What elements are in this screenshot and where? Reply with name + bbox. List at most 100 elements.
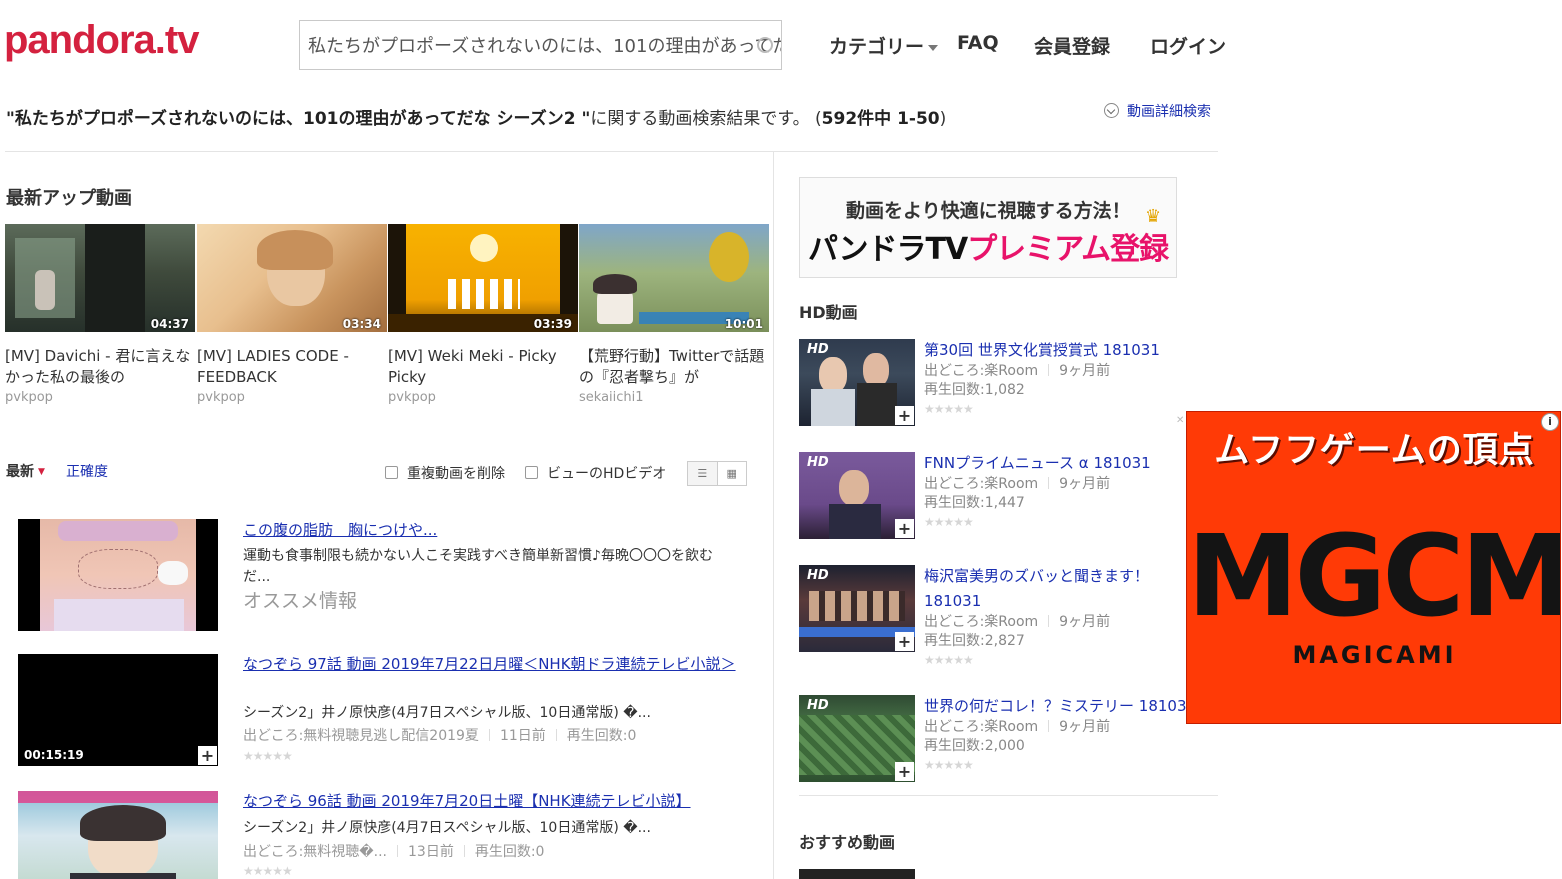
checkbox-icon[interactable] (525, 466, 538, 479)
banner-line2b: プレミアム登録 (967, 232, 1169, 267)
result-source: 出どころ:無料視聴�... (243, 844, 388, 860)
hd-thumbnail[interactable]: HD + (799, 695, 915, 782)
hd-thumbnail[interactable]: HD + (799, 339, 915, 426)
video-title[interactable]: [MV] Davichi - 君に言えなかった私の最後の (5, 346, 195, 388)
rating-stars: ★★★★★ (924, 515, 974, 529)
crown-icon: ♛ (1145, 206, 1162, 227)
hd-thumbnail[interactable]: HD + (799, 452, 915, 539)
nav-category[interactable]: カテゴリー (829, 32, 939, 59)
hd-thumbnail[interactable] (799, 869, 915, 879)
video-channel[interactable]: pvkpop (197, 390, 387, 405)
result-title[interactable]: なつぞら 96話 動画 2019年7月20日土曜【NHK連続テレビ小説】 (243, 790, 743, 813)
advertisement[interactable]: ムフフゲームの頂点 MGCM MAGICAMI i (1186, 411, 1561, 724)
detail-view-icon[interactable]: ▦ (716, 462, 746, 485)
ad-headline: ムフフゲームの頂点 (1214, 431, 1535, 471)
video-thumbnail[interactable]: 03:39 (388, 224, 578, 332)
hd-badge: HD (807, 568, 829, 583)
advanced-search-label: 動画詳細検索 (1127, 104, 1211, 120)
add-icon[interactable]: + (198, 746, 217, 765)
chevron-circle-icon (1104, 103, 1119, 118)
video-channel[interactable]: pvkpop (388, 390, 578, 405)
video-title[interactable]: [MV] Weki Meki - Picky Picky (388, 346, 578, 388)
banner-line1: 動画をより快適に視聴する方法！ (846, 200, 1131, 222)
hd-views: 再生回数:1,082 (924, 382, 1025, 398)
hd-title[interactable]: 世界の何だコレ！？ミステリー 18103 (924, 694, 1194, 719)
search-input[interactable]: 私たちがプロポーズされないのには、101の理由があってだな シーズン2 (299, 20, 782, 70)
divider (799, 795, 1218, 796)
nav-login[interactable]: ログイン (1150, 32, 1226, 59)
hd-source-line: 出どころ:楽Room 9ヶ月前 (924, 362, 1110, 381)
result-title[interactable]: なつぞら 97話 動画 2019年7月22日月曜＜NHK朝ドラ連続テレビ小説＞ (243, 653, 743, 676)
result-description: シーズン2」井ノ原快彦(4月7日スペシャル版、10日通常版) �... (243, 705, 651, 721)
video-channel[interactable]: pvkpop (5, 390, 195, 405)
video-thumbnail[interactable] (18, 519, 218, 631)
hd-title[interactable]: 第30回 世界文化賞授賞式 181031 (924, 338, 1194, 363)
recommended-section-title: おすすめ動画 (799, 833, 896, 852)
result-age: 13日前 (408, 844, 454, 860)
ad-logo: MGCM (1187, 512, 1561, 642)
video-channel[interactable]: sekaiichi1 (579, 390, 769, 405)
sort-latest[interactable]: 最新 ▼ (6, 461, 45, 481)
rating-stars: ★★★★★ (243, 749, 293, 763)
hd-views: 再生回数:1,447 (924, 495, 1025, 511)
add-icon[interactable]: + (895, 632, 914, 651)
hd-badge: HD (807, 698, 829, 713)
hd-source: 出どころ:楽Room (924, 476, 1039, 492)
premium-banner[interactable]: 動画をより快適に視聴する方法！ パンドラTVプレミアム登録 ♛ (799, 177, 1177, 278)
view-toggle[interactable]: ☰ ▦ (687, 461, 747, 486)
add-icon[interactable]: + (895, 762, 914, 781)
pandora-logo[interactable]: pandora.tv (4, 18, 199, 63)
video-duration: 10:01 (724, 317, 763, 331)
latest-item[interactable]: 03:39 [MV] Weki Meki - Picky Picky pvkpo… (388, 224, 578, 405)
dedupe-checkbox[interactable]: 重複動画を削除 (385, 463, 505, 483)
video-title[interactable]: [MV] LADIES CODE - FEEDBACK (197, 346, 387, 388)
hd-label: ビューのHDビデオ (547, 466, 667, 482)
latest-item[interactable]: 03:34 [MV] LADIES CODE - FEEDBACK pvkpop (197, 224, 387, 405)
info-icon[interactable]: i (1541, 413, 1559, 431)
banner-line2a: パンドラTV (808, 232, 968, 267)
video-thumbnail[interactable]: 10:01 (579, 224, 769, 332)
hd-badge: HD (807, 342, 829, 357)
result-close: ) (939, 109, 947, 129)
result-meta: 出どころ:無料視聴見逃し配信2019夏 11日前 再生回数:0 (243, 725, 636, 745)
site-header: pandora.tv 私たちがプロポーズされないのには、101の理由があってだな… (0, 0, 1562, 90)
hd-title[interactable]: FNNプライムニュース α 181031 (924, 451, 1194, 476)
rating-stars: ★★★★★ (924, 653, 974, 667)
checkbox-icon[interactable] (385, 466, 398, 479)
sort-accuracy[interactable]: 正確度 (66, 461, 108, 481)
rating-stars: ★★★★★ (924, 402, 974, 416)
advanced-search-link[interactable]: 動画詳細検索 (1104, 101, 1211, 121)
ad-subtitle: MAGICAMI (1292, 641, 1457, 669)
result-title[interactable]: この腹の脂肪 胸につけや... (243, 519, 743, 542)
search-input-value: 私たちがプロポーズされないのには、101の理由があってだな シーズン2 (308, 36, 782, 57)
latest-item[interactable]: 04:37 [MV] Davichi - 君に言えなかった私の最後の pvkpo… (5, 224, 195, 405)
result-meta: 出どころ:無料視聴�... 13日前 再生回数:0 (243, 841, 544, 861)
hd-thumbnail[interactable]: HD + (799, 565, 915, 652)
result-description: 運動も食事制限も続かない人こそ実践すべき簡単新習慣♪毎晩〇〇〇を飲むだ... (243, 548, 713, 585)
hd-section-title: HD動画 (799, 303, 858, 322)
caret-down-icon: ▼ (38, 467, 45, 477)
hd-source: 出どころ:楽Room (924, 719, 1039, 735)
latest-item[interactable]: 10:01 【荒野行動】Twitterで話題の『忍者撃ち』が sekaiichi… (579, 224, 769, 405)
list-view-icon[interactable]: ☰ (688, 462, 717, 485)
video-thumbnail[interactable]: 03:34 (197, 224, 387, 332)
video-thumbnail[interactable]: 00:15:19 + (18, 654, 218, 766)
add-icon[interactable]: + (895, 406, 914, 425)
add-icon[interactable]: + (895, 519, 914, 538)
rating-stars: ★★★★★ (243, 864, 293, 878)
hd-views: 再生回数:2,827 (924, 633, 1025, 649)
video-duration: 00:15:19 (24, 748, 84, 762)
nav-faq[interactable]: FAQ (957, 32, 999, 54)
sort-latest-label: 最新 (6, 464, 34, 480)
dedupe-label: 重複動画を削除 (407, 466, 505, 482)
latest-section-title: 最新アップ動画 (6, 188, 132, 209)
search-icon[interactable] (757, 37, 773, 53)
video-thumbnail[interactable] (18, 791, 218, 879)
video-thumbnail[interactable]: 04:37 (5, 224, 195, 332)
video-duration: 03:39 (533, 317, 572, 331)
nav-register[interactable]: 会員登録 (1034, 32, 1110, 59)
hd-title[interactable]: 梅沢富美男のズバッと聞きます！ 181031 (924, 564, 1194, 614)
hd-checkbox[interactable]: ビューのHDビデオ (525, 463, 666, 483)
rating-stars: ★★★★★ (924, 758, 974, 772)
video-title[interactable]: 【荒野行動】Twitterで話題の『忍者撃ち』が (579, 346, 769, 388)
